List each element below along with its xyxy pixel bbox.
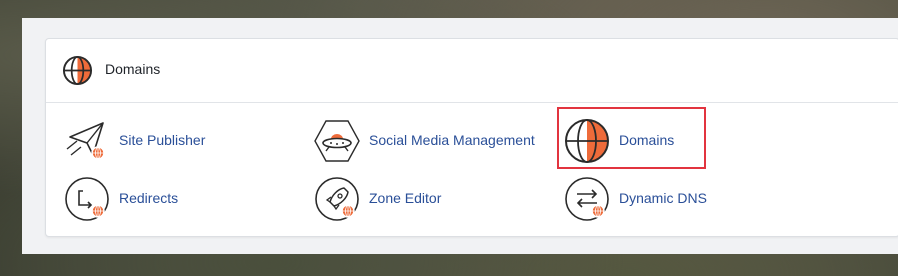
globe-icon bbox=[62, 55, 93, 86]
tool-dynamic-dns[interactable]: Dynamic DNS bbox=[563, 175, 723, 223]
section-title: Domains bbox=[105, 61, 161, 77]
tool-label: Redirects bbox=[119, 190, 179, 206]
section-header[interactable]: Domains bbox=[46, 39, 898, 103]
tool-zone-editor[interactable]: Zone Editor bbox=[313, 175, 463, 223]
tool-redirects[interactable]: Redirects bbox=[63, 175, 213, 223]
tool-label: Zone Editor bbox=[369, 190, 442, 206]
page-background: Domains Site Publisher Social Media Mana… bbox=[22, 18, 898, 254]
domains-section-card: Domains Site Publisher Social Media Mana… bbox=[45, 38, 898, 237]
tool-label: Social Media Management bbox=[369, 132, 535, 148]
tool-social-media-management[interactable]: Social Media Management bbox=[313, 117, 548, 165]
swap-arrows-icon bbox=[565, 177, 609, 221]
ufo-icon bbox=[314, 120, 360, 162]
paper-plane-icon bbox=[66, 122, 105, 160]
rocket-icon bbox=[315, 177, 359, 221]
redirect-arrow-icon bbox=[65, 177, 109, 221]
tool-label: Site Publisher bbox=[119, 132, 206, 148]
highlight-box bbox=[557, 107, 706, 169]
tool-label: Dynamic DNS bbox=[619, 190, 707, 206]
tool-site-publisher[interactable]: Site Publisher bbox=[63, 117, 233, 165]
